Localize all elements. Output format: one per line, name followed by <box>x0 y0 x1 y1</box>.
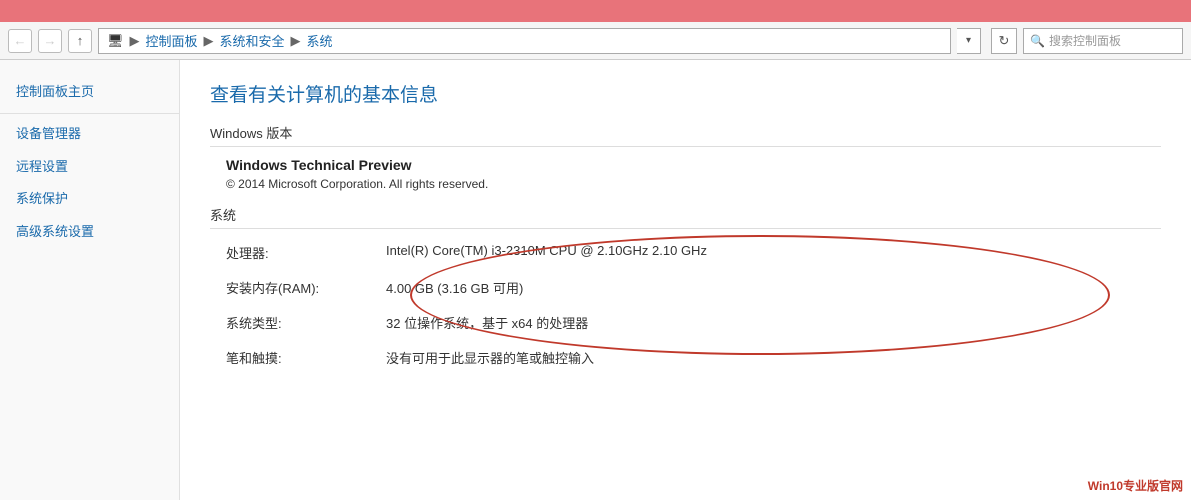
address-dropdown[interactable]: ▾ <box>957 28 981 54</box>
system-type-label: 系统类型: <box>226 313 386 332</box>
processor-label: 处理器: <box>226 243 386 262</box>
ram-value: 4.00 GB (3.16 GB 可用) <box>386 278 523 297</box>
table-row: 处理器: Intel(R) Core(TM) i3-2310M CPU @ 2.… <box>226 239 1161 266</box>
forward-icon: → <box>44 33 57 48</box>
refresh-icon: ↻ <box>999 33 1010 49</box>
path-sep3: ▶ <box>291 33 301 49</box>
path-part3[interactable]: 系统 <box>307 31 333 50</box>
top-bar <box>0 0 1191 22</box>
refresh-button[interactable]: ↻ <box>991 28 1017 54</box>
sidebar-item-remote[interactable]: 远程设置 <box>0 151 179 184</box>
path-sep2: ▶ <box>204 33 214 49</box>
path-part1[interactable]: 控制面板 <box>146 31 198 50</box>
sidebar-item-device-manager[interactable]: 设备管理器 <box>0 118 179 151</box>
dropdown-icon: ▾ <box>966 35 971 46</box>
windows-section-label: Windows 版本 <box>210 123 1161 147</box>
sidebar-item-home[interactable]: 控制面板主页 <box>0 76 179 109</box>
path-sep1: ▶ <box>130 33 140 49</box>
sidebar-item-protection[interactable]: 系统保护 <box>0 183 179 216</box>
sidebar-divider-1 <box>0 113 179 114</box>
up-icon: ↑ <box>77 33 84 48</box>
processor-value: Intel(R) Core(TM) i3-2310M CPU @ 2.10GHz… <box>386 243 707 262</box>
content-area: 查看有关计算机的基本信息 Windows 版本 Windows Technica… <box>180 60 1191 500</box>
system-type-value: 32 位操作系统，基于 x64 的处理器 <box>386 313 588 332</box>
search-placeholder: 搜索控制面板 <box>1049 32 1121 49</box>
table-row: 笔和触摸: 没有可用于此显示器的笔或触控输入 <box>226 344 1161 371</box>
forward-button[interactable]: → <box>38 29 62 53</box>
table-row: 安装内存(RAM): 4.00 GB (3.16 GB 可用) <box>226 274 1161 301</box>
ram-label: 安装内存(RAM): <box>226 278 386 297</box>
system-section: 系统 处理器: Intel(R) Core(TM) i3-2310M CPU @… <box>210 205 1161 371</box>
page-title: 查看有关计算机的基本信息 <box>210 80 1161 107</box>
back-button[interactable]: ← <box>8 29 32 53</box>
search-box[interactable]: 🔍 搜索控制面板 <box>1023 28 1183 54</box>
table-row: 系统类型: 32 位操作系统，基于 x64 的处理器 <box>226 309 1161 336</box>
sidebar-item-advanced[interactable]: 高级系统设置 <box>0 216 179 249</box>
system-section-label: 系统 <box>210 205 1161 229</box>
system-rows: 处理器: Intel(R) Core(TM) i3-2310M CPU @ 2.… <box>210 239 1161 371</box>
search-icon: 🔍 <box>1030 34 1045 48</box>
pen-touch-label: 笔和触摸: <box>226 348 386 367</box>
watermark: Win10专业版官网 <box>1088 477 1183 494</box>
windows-copy: © 2014 Microsoft Corporation. All rights… <box>226 177 1161 191</box>
address-path[interactable]: 🖥 ▶ 控制面板 ▶ 系统和安全 ▶ 系统 <box>98 28 951 54</box>
pen-touch-value: 没有可用于此显示器的笔或触控输入 <box>386 348 594 367</box>
path-part2[interactable]: 系统和安全 <box>220 31 285 50</box>
back-icon: ← <box>14 33 27 48</box>
address-bar: ← → ↑ 🖥 ▶ 控制面板 ▶ 系统和安全 ▶ 系统 ▾ ↻ 🔍 搜索控制面板 <box>0 22 1191 60</box>
up-button[interactable]: ↑ <box>68 29 92 53</box>
windows-name: Windows Technical Preview <box>226 157 1161 173</box>
sidebar: 控制面板主页 设备管理器 远程设置 系统保护 高级系统设置 <box>0 60 180 500</box>
address-icon: 🖥 <box>107 33 124 49</box>
main-layout: 控制面板主页 设备管理器 远程设置 系统保护 高级系统设置 查看有关计算机的基本… <box>0 60 1191 500</box>
